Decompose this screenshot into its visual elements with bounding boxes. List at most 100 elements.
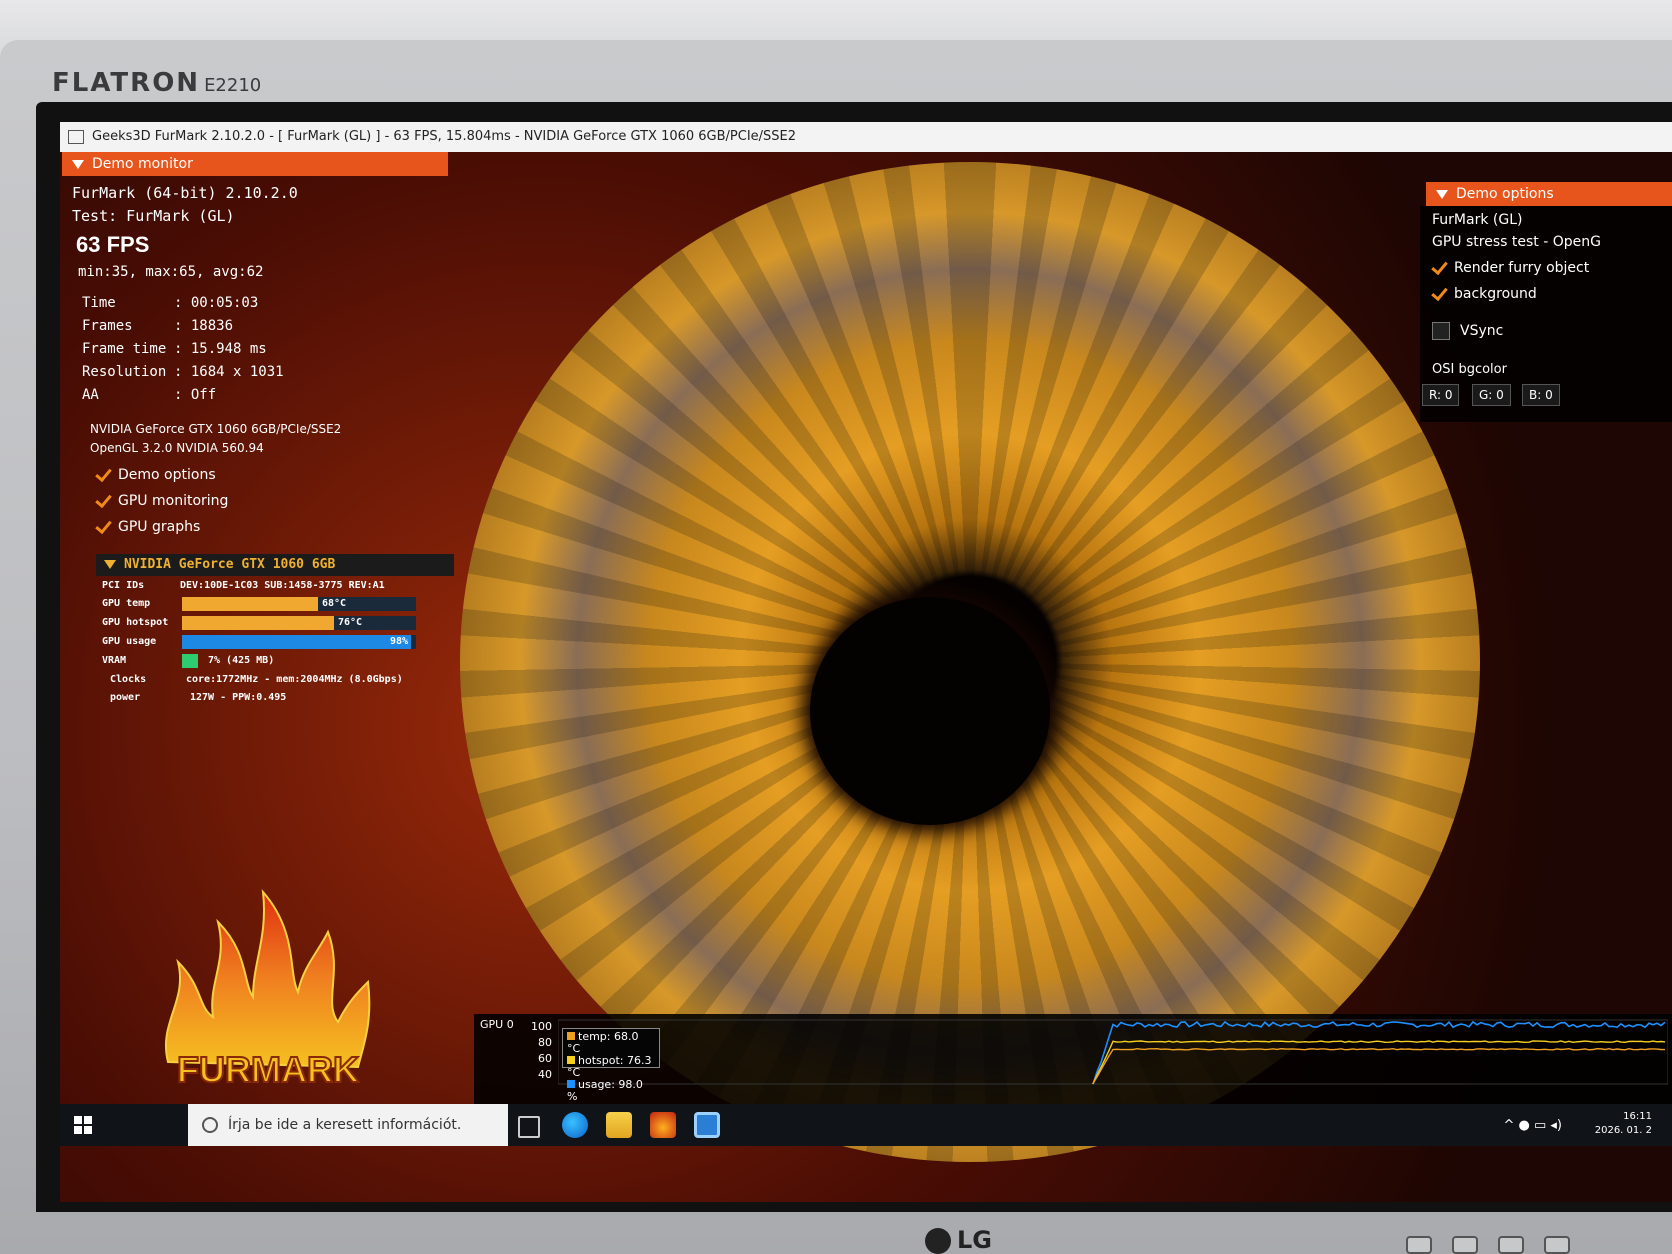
test-name-line: Test: FurMark (GL) xyxy=(72,207,235,225)
stat-row: Frames: 18836 xyxy=(82,318,234,334)
gpu-temp-value: 68°C xyxy=(322,598,347,609)
clocks-row: Clocks core:1772MHz - mem:2004MHz (8.0Gbp… xyxy=(110,674,403,685)
task-view-icon[interactable] xyxy=(518,1116,540,1138)
app-version-line: FurMark (64-bit) 2.10.2.0 xyxy=(72,184,298,202)
gpu-usage-row: GPU usage 98% xyxy=(102,634,462,650)
legend-hotspot-swatch xyxy=(567,1056,575,1064)
gpu-usage-bar: 98% xyxy=(182,635,416,649)
gpu-graph-panel: GPU 0 100 80 60 40 temp: 68.0 °C hotspot… xyxy=(474,1014,1672,1104)
legend-usage-swatch xyxy=(567,1080,575,1088)
stat-row: Time: 00:05:03 xyxy=(82,295,259,311)
power-row: power 127W - PPW:0.495 xyxy=(110,692,287,703)
gpu-hotspot-row: GPU hotspot 76°C xyxy=(102,615,462,631)
vram-bar: 7% (425 MB) xyxy=(182,654,416,668)
usage-series-line xyxy=(1092,1020,1666,1085)
y-tick-label: 80 xyxy=(538,1036,552,1049)
background-checkbox[interactable]: background xyxy=(1432,286,1537,302)
y-tick-label: 40 xyxy=(538,1068,552,1081)
furry-object-center xyxy=(810,597,1050,825)
toggle-demo-options[interactable]: Demo options xyxy=(96,464,216,486)
fps-counter: 63 FPS xyxy=(76,232,150,257)
gpu-graph-plot xyxy=(558,1019,1668,1085)
temp-series-line xyxy=(1092,1047,1666,1084)
file-explorer-icon[interactable] xyxy=(606,1112,632,1138)
fps-stats: min:35, max:65, avg:62 xyxy=(78,264,264,280)
gpu-temp-bar-fill xyxy=(182,597,318,611)
monitor-button[interactable] xyxy=(1452,1236,1478,1254)
legend-hotspot: hotspot: 76.3 °C xyxy=(567,1054,652,1079)
stat-row: Resolution: 1684 x 1031 xyxy=(82,364,284,380)
vsync-checkbox[interactable]: VSync xyxy=(1432,322,1503,340)
checkmark-icon xyxy=(96,520,110,534)
stat-row: AA: Off xyxy=(82,387,217,403)
legend-temp: temp: 68.0 °C xyxy=(567,1030,639,1055)
gpu-temp-bar: 68°C xyxy=(182,597,416,611)
gpu-hotspot-bar: 76°C xyxy=(182,616,416,630)
system-clock[interactable]: 16:11 2026. 01. 2 xyxy=(1595,1110,1652,1138)
demo-monitor-header[interactable]: Demo monitor xyxy=(62,152,448,176)
unchecked-box-icon xyxy=(1432,322,1450,340)
window-titlebar[interactable]: Geeks3D FurMark 2.10.2.0 - [ FurMark (GL… xyxy=(60,122,1672,152)
screen: Geeks3D FurMark 2.10.2.0 - [ FurMark (GL… xyxy=(60,122,1672,1202)
windows-start-button[interactable] xyxy=(74,1116,92,1134)
demo-options-header[interactable]: Demo options xyxy=(1426,182,1672,206)
checkmark-icon xyxy=(96,468,110,482)
test-description: GPU stress test - OpenG xyxy=(1432,234,1601,250)
y-tick-label: 60 xyxy=(538,1052,552,1065)
monitor-button[interactable] xyxy=(1406,1236,1432,1254)
gpu-renderer-info: NVIDIA GeForce GTX 1060 6GB/PCIe/SSE2 Op… xyxy=(90,420,341,458)
furmark-logo: FURMARK xyxy=(165,888,371,1091)
app-window-icon xyxy=(68,129,84,144)
window-title: Geeks3D FurMark 2.10.2.0 - [ FurMark (GL… xyxy=(92,129,797,144)
legend-usage: usage: 98.0 % xyxy=(567,1078,643,1103)
collapse-triangle-icon xyxy=(72,159,84,169)
clock-time: 16:11 xyxy=(1623,1111,1652,1122)
gpu-hotspot-bar-fill xyxy=(182,616,335,630)
monitor-brand-label: FLATRON E2210 xyxy=(52,68,262,98)
gpu-renderer: NVIDIA GeForce GTX 1060 6GB/PCIe/SSE2 xyxy=(90,422,342,436)
windows-taskbar: Írja be ide a keresett információt. ^ ● … xyxy=(60,1104,1672,1146)
gpu-temp-row: GPU temp 68°C xyxy=(102,596,462,612)
collapse-triangle-icon xyxy=(104,560,116,569)
osi-bgcolor-label: OSI bgcolor xyxy=(1432,362,1507,377)
checkmark-icon xyxy=(96,494,110,508)
gpu-graph-title: GPU 0 xyxy=(480,1018,514,1031)
stat-row: Frame time: 15.948 ms xyxy=(82,341,267,357)
render-furry-checkbox[interactable]: Render furry object xyxy=(1432,260,1589,276)
demo-monitor-title: Demo monitor xyxy=(92,156,193,172)
collapse-triangle-icon xyxy=(1436,189,1448,199)
gpu-usage-bar-fill xyxy=(182,635,412,649)
gpu-usage-value: 98% xyxy=(390,636,409,647)
system-tray-icons[interactable]: ^ ● ▭ ◂) xyxy=(1503,1118,1562,1133)
stats-block: Time: 00:05:03 Frames: 18836 Frame time:… xyxy=(82,292,284,407)
furmark-taskbar-icon[interactable] xyxy=(650,1112,676,1138)
monitor-button[interactable] xyxy=(1498,1236,1524,1254)
vram-row: VRAM 7% (425 MB) xyxy=(102,653,462,669)
checkmark-icon xyxy=(1432,287,1446,301)
checkmark-icon xyxy=(1432,261,1446,275)
legend-temp-swatch xyxy=(567,1032,575,1040)
monitor-button[interactable] xyxy=(1544,1236,1570,1254)
bgcolor-b-field[interactable]: B: 0 xyxy=(1522,384,1560,406)
lg-logo: LG xyxy=(925,1226,992,1254)
bgcolor-r-field[interactable]: R: 0 xyxy=(1422,384,1460,406)
toggle-gpu-graphs[interactable]: GPU graphs xyxy=(96,516,200,538)
toggle-gpu-monitoring[interactable]: GPU monitoring xyxy=(96,490,228,512)
app-info: FurMark (64-bit) 2.10.2.0 Test: FurMark … xyxy=(72,182,298,228)
gpu-graph-legend: temp: 68.0 °C hotspot: 76.3 °C usage: 98… xyxy=(562,1028,660,1103)
test-name: FurMark (GL) xyxy=(1432,212,1523,228)
clock-date: 2026. 01. 2 xyxy=(1594,1125,1652,1136)
pci-ids-row: PCI IDs DEV:10DE-1C03 SUB:1458-3775 REV:A… xyxy=(102,580,385,591)
gpu-hotspot-value: 76°C xyxy=(338,617,363,628)
search-icon xyxy=(202,1117,218,1133)
app-window-taskbar-icon[interactable] xyxy=(694,1112,720,1138)
bgcolor-g-field[interactable]: G: 0 xyxy=(1472,384,1511,406)
y-tick-label: 100 xyxy=(531,1020,552,1033)
furmark-logo-text: FURMARK xyxy=(177,1049,359,1090)
gl-version: OpenGL 3.2.0 NVIDIA 560.94 xyxy=(90,441,264,455)
gpu-monitor-header[interactable]: NVIDIA GeForce GTX 1060 6GB xyxy=(96,554,454,576)
vram-bar-fill xyxy=(182,654,199,668)
vram-value: 7% (425 MB) xyxy=(208,655,275,666)
edge-browser-icon[interactable] xyxy=(562,1112,588,1138)
taskbar-search-box[interactable]: Írja be ide a keresett információt. xyxy=(188,1104,508,1146)
